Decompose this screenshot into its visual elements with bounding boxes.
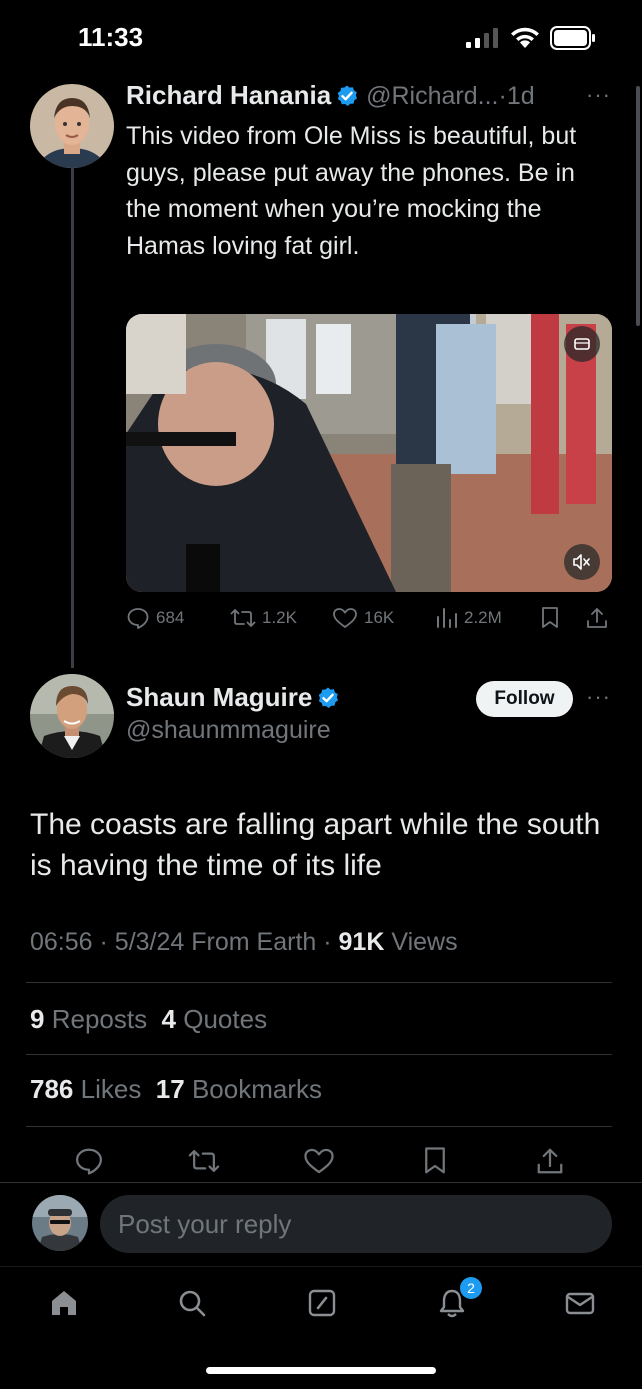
- tab-messages[interactable]: [564, 1287, 596, 1324]
- status-time: 11:33: [78, 22, 144, 52]
- home-indicator[interactable]: [206, 1367, 436, 1374]
- likes-label: Likes: [80, 1074, 142, 1104]
- quoted-tweet-header: Richard Hanania @Richard...·1d: [126, 80, 535, 111]
- heart-icon: [333, 608, 357, 628]
- quoted-age: 1d: [506, 82, 535, 110]
- main-like-button[interactable]: [303, 1146, 335, 1181]
- quoted-repost-count: 1.2K: [262, 608, 297, 627]
- quoted-video[interactable]: [126, 314, 612, 592]
- tab-home[interactable]: [48, 1287, 80, 1324]
- main-reply-button[interactable]: [74, 1146, 104, 1181]
- compose-icon: [308, 1289, 336, 1317]
- quoted-tweet-text: This video from Ole Miss is beautiful, b…: [126, 122, 577, 260]
- scroll-indicator[interactable]: [636, 86, 640, 326]
- home-icon: [52, 1291, 76, 1315]
- meta-separator: ·: [99, 928, 108, 956]
- main-more-icon[interactable]: ···: [586, 684, 611, 710]
- tab-search[interactable]: [176, 1287, 208, 1324]
- quoted-like-action[interactable]: 16K: [332, 606, 394, 630]
- quotes-label: Quotes: [183, 1004, 268, 1034]
- tweet-date: 5/3/24: [114, 928, 185, 956]
- tweet-source: From Earth: [191, 928, 317, 956]
- divider: [26, 1126, 612, 1127]
- quoted-author-handle[interactable]: @Richard...: [366, 82, 498, 110]
- quoted-action-bar: 684 1.2K 16K 2.2M: [126, 606, 612, 638]
- quoted-more-icon[interactable]: ···: [586, 82, 611, 108]
- quoted-like-count: 16K: [364, 608, 395, 627]
- main-tweet-text: The coasts are falling apart while the s…: [30, 808, 601, 882]
- video-frame: [126, 314, 612, 592]
- quoted-separator: ·: [498, 82, 507, 110]
- current-user-avatar[interactable]: [32, 1195, 88, 1251]
- quoted-reply-count: 684: [156, 608, 185, 627]
- divider: [26, 982, 612, 983]
- fullscreen-icon[interactable]: [564, 326, 600, 362]
- views-count: 91K: [338, 928, 385, 956]
- likes-bookmarks-stats: 786 Likes 17 Bookmarks: [30, 1074, 322, 1105]
- bookmarks-stat[interactable]: 17 Bookmarks: [156, 1074, 322, 1104]
- views-icon: [437, 608, 457, 628]
- tab-compose[interactable]: [306, 1287, 338, 1324]
- mute-icon[interactable]: [564, 544, 600, 580]
- status-bar: 11:33: [0, 0, 642, 72]
- bookmarks-label: Bookmarks: [191, 1074, 322, 1104]
- main-share-button[interactable]: [536, 1146, 564, 1181]
- thread-connector: [71, 168, 74, 668]
- share-icon: [537, 1148, 563, 1174]
- quoted-reply-action[interactable]: 684: [126, 606, 184, 630]
- heart-icon: [304, 1148, 334, 1174]
- cellular-signal-icon: [466, 28, 498, 48]
- mail-icon: [565, 1292, 595, 1315]
- quoted-author-name[interactable]: Richard Hanania: [126, 80, 331, 110]
- reply-icon: [76, 1148, 102, 1175]
- reply-input[interactable]: [100, 1195, 612, 1253]
- status-icons: [466, 26, 596, 50]
- shaun-avatar[interactable]: [30, 674, 114, 758]
- main-tweet-meta: 06:56 · 5/3/24 From Earth · 91K Views: [30, 928, 458, 957]
- richard-avatar[interactable]: [30, 84, 114, 168]
- tweet-time: 06:56: [30, 928, 93, 956]
- likes-count: 786: [30, 1074, 74, 1104]
- notifications-badge: 2: [460, 1277, 482, 1299]
- main-author-handle[interactable]: @shaunmmaguire: [126, 716, 331, 745]
- likes-stat[interactable]: 786 Likes: [30, 1074, 141, 1104]
- reposts-stat[interactable]: 9 Reposts: [30, 1004, 147, 1034]
- repost-icon: [230, 609, 256, 627]
- wifi-icon: [511, 27, 539, 48]
- search-icon: [179, 1290, 206, 1317]
- reply-composer: [0, 1182, 642, 1266]
- bookmarks-count: 17: [155, 1074, 185, 1104]
- verified-badge-icon: [337, 85, 358, 106]
- reposts-count: 9: [30, 1004, 45, 1034]
- main-bookmark-button[interactable]: [422, 1146, 448, 1181]
- repost-quote-stats: 9 Reposts 4 Quotes: [30, 1004, 267, 1035]
- divider: [26, 1054, 612, 1055]
- main-repost-button[interactable]: [188, 1146, 220, 1181]
- quoted-views-count: 2.2M: [464, 608, 502, 627]
- follow-button[interactable]: Follow: [476, 681, 573, 717]
- battery-icon: [550, 26, 595, 50]
- quoted-views-action[interactable]: 2.2M: [436, 606, 502, 630]
- quoted-bookmark-action[interactable]: [540, 606, 560, 630]
- reply-icon: [127, 608, 149, 629]
- reposts-label: Reposts: [51, 1004, 148, 1034]
- meta-separator: ·: [323, 928, 332, 956]
- main-author-name[interactable]: Shaun Maguire: [126, 682, 312, 712]
- bookmark-icon: [425, 1147, 445, 1174]
- quotes-stat[interactable]: 4 Quotes: [162, 1004, 268, 1034]
- repost-icon: [188, 1150, 220, 1172]
- quotes-count: 4: [161, 1004, 177, 1034]
- quoted-share-action[interactable]: [586, 606, 608, 630]
- bookmark-icon: [542, 607, 558, 628]
- views-label: Views: [391, 928, 458, 956]
- main-action-bar: [0, 1146, 642, 1180]
- share-icon: [587, 608, 607, 628]
- verified-badge-icon: [319, 687, 339, 708]
- main-author: Shaun Maguire: [126, 682, 340, 713]
- quoted-repost-action[interactable]: 1.2K: [230, 606, 297, 630]
